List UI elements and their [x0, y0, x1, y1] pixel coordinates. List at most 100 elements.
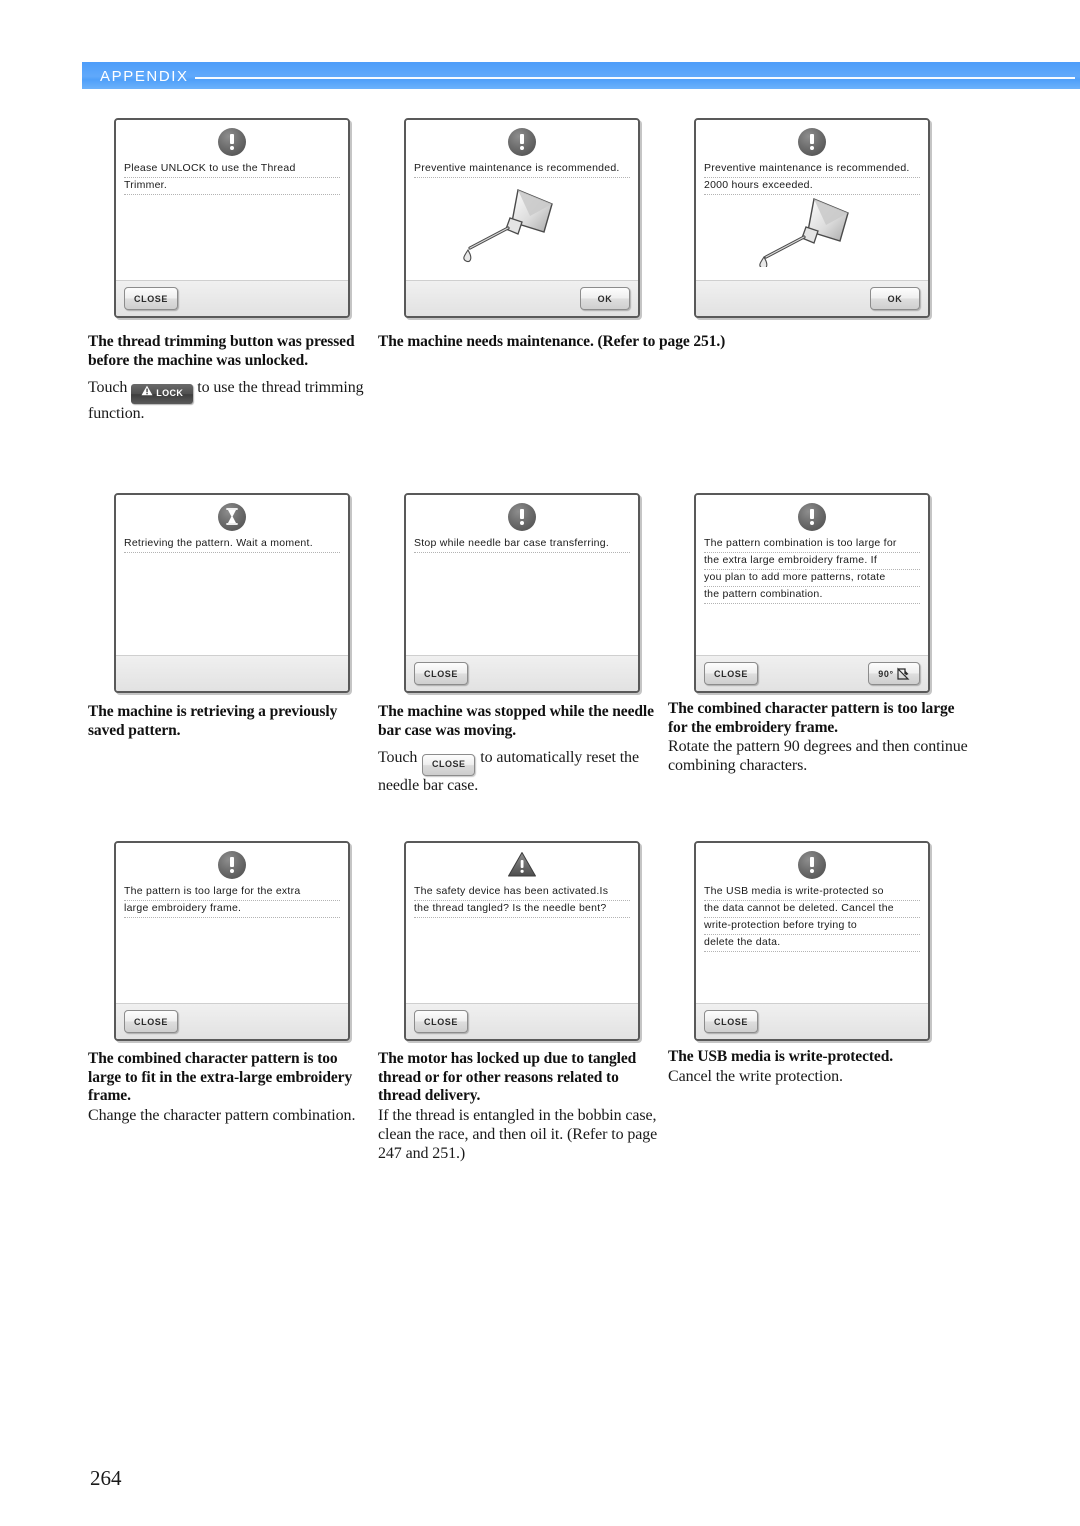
dialog-cell-3-1: The pattern is too large for the extra l…: [114, 841, 350, 1041]
caption-body: If the thread is entangled in the bobbin…: [378, 1106, 658, 1162]
lcd-footer: CLOSE: [116, 280, 348, 316]
exclamation-circle-icon: [218, 851, 246, 879]
caption-heading: The machine is retrieving a previously s…: [88, 703, 338, 739]
close-button[interactable]: CLOSE: [704, 662, 759, 685]
message-line: Preventive maintenance is recommended.: [704, 161, 920, 178]
warning-triangle-icon: [141, 384, 153, 403]
message-text: Preventive maintenance is recommended. 2…: [704, 161, 920, 195]
caption-2-3: The combined character pattern is too la…: [668, 700, 968, 775]
lcd-footer: CLOSE: [406, 1003, 638, 1039]
ok-button[interactable]: OK: [580, 287, 630, 310]
message-line: the thread tangled? Is the needle bent?: [414, 901, 630, 918]
caption-body: Cancel the write protection.: [668, 1067, 843, 1085]
caption-body-post: to use the thread trimming function.: [88, 379, 364, 422]
close-button[interactable]: CLOSE: [124, 287, 179, 310]
dialog-cell-1-3: Preventive maintenance is recommended. 2…: [694, 118, 930, 318]
message-line: 2000 hours exceeded.: [704, 178, 920, 195]
warning-triangle-icon: [507, 851, 537, 878]
lcd-dialog: Please UNLOCK to use the Thread Trimmer.…: [114, 118, 350, 318]
message-line: The pattern is too large for the extra: [124, 884, 340, 901]
caption-heading: The machine was stopped while the needle…: [378, 703, 654, 739]
caption-3-2: The motor has locked up due to tangled t…: [378, 1050, 661, 1163]
caption-2-1: The machine is retrieving a previously s…: [88, 703, 371, 740]
message-line: Trimmer.: [124, 178, 340, 195]
icon-area: [414, 126, 630, 160]
close-button-inline[interactable]: CLOSE: [422, 753, 476, 776]
message-line: The safety device has been activated.Is: [414, 884, 630, 901]
message-line: Stop while needle bar case transferring.: [414, 536, 630, 553]
message-text: The pattern combination is too large for…: [704, 536, 920, 604]
lcd-footer: [116, 655, 348, 691]
lock-label: LOCK: [156, 388, 184, 398]
caption-body-pre: Touch: [378, 749, 418, 766]
lcd-dialog: Preventive maintenance is recommended. O…: [404, 118, 640, 318]
rotate-90-button[interactable]: 90°: [868, 662, 920, 685]
icon-area: [124, 126, 340, 160]
dialog-cell-2-3: The pattern combination is too large for…: [694, 493, 930, 693]
message-line: The USB media is write-protected so: [704, 884, 920, 901]
lcd-dialog: Preventive maintenance is recommended. 2…: [694, 118, 930, 318]
message-line: Preventive maintenance is recommended.: [414, 161, 630, 178]
close-button[interactable]: CLOSE: [704, 1010, 759, 1033]
message-text: Please UNLOCK to use the Thread Trimmer.: [124, 161, 340, 195]
dialog-cell-3-3: The USB media is write-protected so the …: [694, 841, 930, 1041]
message-text: Retrieving the pattern. Wait a moment.: [124, 536, 340, 553]
dialog-cell-3-2: The safety device has been activated.Is …: [404, 841, 640, 1041]
page-number: 264: [90, 1466, 122, 1490]
exclamation-circle-icon: [798, 851, 826, 879]
icon-area: [704, 849, 920, 883]
lcd-dialog: Retrieving the pattern. Wait a moment.: [114, 493, 350, 693]
lcd-body: The pattern is too large for the extra l…: [116, 843, 348, 1003]
page-section-title: APPENDIX: [100, 68, 189, 85]
hourglass-icon: [218, 503, 246, 531]
exclamation-circle-icon: [218, 128, 246, 156]
lcd-footer: CLOSE 90°: [696, 655, 928, 691]
lcd-body: Please UNLOCK to use the Thread Trimmer.: [116, 120, 348, 280]
lcd-dialog: The USB media is write-protected so the …: [694, 841, 930, 1041]
lcd-footer: CLOSE: [696, 1003, 928, 1039]
lcd-body: Preventive maintenance is recommended. 2…: [696, 120, 928, 280]
caption-body: Touch LOCK to use the thread trimming func…: [88, 378, 371, 423]
oil-bottle-illustration: [704, 195, 920, 267]
message-line: The pattern combination is too large for: [704, 536, 920, 553]
message-line: the extra large embroidery frame. If: [704, 553, 920, 570]
lcd-body: Preventive maintenance is recommended.: [406, 120, 638, 280]
close-button[interactable]: CLOSE: [124, 1010, 179, 1033]
caption-3-3: The USB media is write-protected. Cancel…: [668, 1048, 973, 1086]
header-rule: [195, 77, 1075, 79]
caption-1-1: The thread trimming button was pressed b…: [88, 333, 371, 423]
exclamation-circle-icon: [508, 128, 536, 156]
lcd-body: Stop while needle bar case transferring.: [406, 495, 638, 655]
message-text: The pattern is too large for the extra l…: [124, 884, 340, 918]
dialog-cell-1-2: Preventive maintenance is recommended. O…: [404, 118, 640, 318]
icon-area: [414, 501, 630, 535]
icon-area: [704, 501, 920, 535]
message-text: Stop while needle bar case transferring.: [414, 536, 630, 553]
exclamation-circle-icon: [798, 503, 826, 531]
icon-area: [124, 849, 340, 883]
dialog-cell-1-1: Please UNLOCK to use the Thread Trimmer.…: [114, 118, 350, 318]
message-line: the data cannot be deleted. Cancel the: [704, 901, 920, 918]
caption-body: Touch CLOSE to automatically reset the nee…: [378, 748, 661, 795]
caption-heading: The combined character pattern is too la…: [668, 700, 955, 736]
exclamation-circle-icon: [508, 503, 536, 531]
caption-1-2: The machine needs maintenance. (Refer to…: [378, 333, 978, 352]
caption-3-1: The combined character pattern is too la…: [88, 1050, 371, 1125]
close-button[interactable]: CLOSE: [414, 1010, 469, 1033]
dialog-cell-2-1: Retrieving the pattern. Wait a moment.: [114, 493, 350, 693]
caption-heading: The combined character pattern is too la…: [88, 1050, 353, 1104]
rotate-90-label: 90°: [878, 668, 894, 679]
message-text: The USB media is write-protected so the …: [704, 884, 920, 952]
caption-heading: The motor has locked up due to tangled t…: [378, 1050, 637, 1104]
dialog-cell-2-2: Stop while needle bar case transferring.…: [404, 493, 640, 693]
icon-area: [414, 849, 630, 883]
message-line: the pattern combination.: [704, 587, 920, 604]
lock-button-inline[interactable]: LOCK: [131, 383, 194, 404]
lcd-dialog: The pattern combination is too large for…: [694, 493, 930, 693]
lcd-footer: OK: [406, 280, 638, 316]
ok-button[interactable]: OK: [870, 287, 920, 310]
close-button[interactable]: CLOSE: [414, 662, 469, 685]
caption-heading: The machine needs maintenance. (Refer to…: [378, 333, 726, 350]
icon-area: [124, 501, 340, 535]
lcd-body: The safety device has been activated.Is …: [406, 843, 638, 1003]
